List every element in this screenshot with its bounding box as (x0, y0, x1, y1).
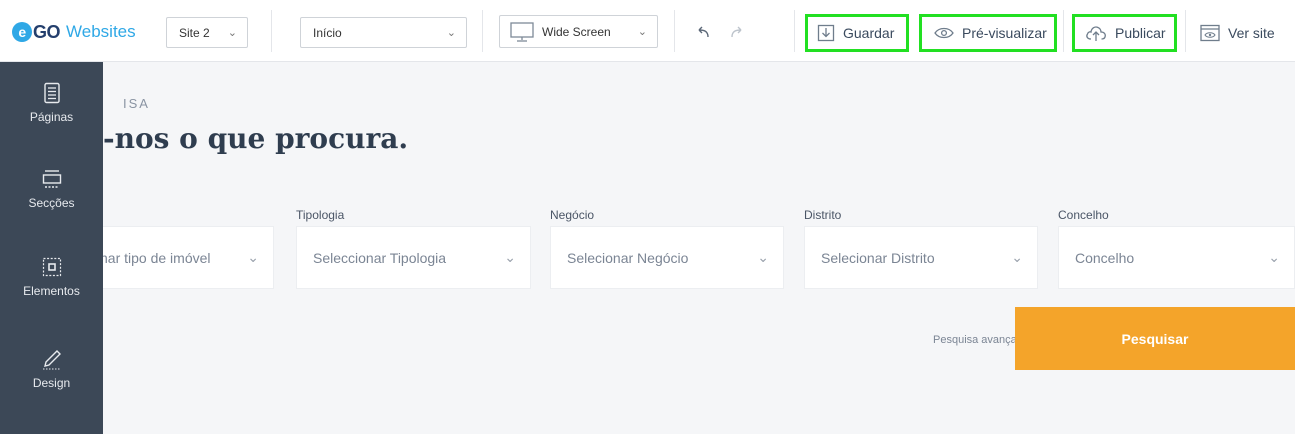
chevron-down-icon: ⌄ (1268, 249, 1280, 265)
sidebar-item-label: Elementos (23, 284, 80, 298)
divider (1063, 10, 1064, 52)
logo-mark: e GO (12, 21, 61, 43)
viewport-select-value: Wide Screen (542, 24, 611, 39)
top-toolbar: e GO Websites Site 2 ⌄ Início ⌄ Wide Scr… (0, 0, 1295, 62)
chevron-down-icon: ⌄ (446, 27, 456, 39)
typology-select[interactable]: Seleccionar Tipologia ⌄ (296, 226, 531, 289)
divider (1185, 10, 1186, 52)
typology-placeholder: Seleccionar Tipologia (313, 249, 447, 266)
save-button[interactable]: Guardar (805, 14, 909, 52)
elements-icon (41, 256, 63, 278)
sidebar-item-label: Design (32, 376, 71, 390)
preview-button[interactable]: Pré-visualizar (919, 14, 1057, 52)
publish-label: Publicar (1115, 25, 1166, 41)
editor-sidebar: Páginas Secções Elementos Design (0, 62, 103, 434)
preview-label: Pré-visualizar (962, 25, 1047, 41)
sidebar-item-elements[interactable]: Elementos (0, 256, 103, 298)
sidebar-item-design[interactable]: Design (0, 348, 103, 390)
site-select[interactable]: Site 2 ⌄ (166, 17, 248, 48)
pages-icon (41, 82, 63, 104)
site-select-value: Site 2 (179, 25, 210, 40)
typology-label: Tipologia (296, 208, 345, 222)
monitor-icon (510, 21, 534, 42)
download-icon (817, 24, 835, 42)
editor-app: e GO Websites Site 2 ⌄ Início ⌄ Wide Scr… (0, 0, 1295, 434)
property-type-placeholder: nar tipo de imóvel (103, 249, 211, 266)
app-logo[interactable]: e GO Websites (12, 18, 136, 46)
viewport-select[interactable]: Wide Screen ⌄ (499, 15, 658, 48)
chevron-down-icon: ⌄ (504, 249, 516, 265)
eye-icon (934, 26, 954, 40)
undo-icon (694, 25, 712, 41)
sections-icon (41, 168, 63, 190)
divider (794, 10, 795, 52)
redo-icon (728, 25, 746, 41)
sidebar-item-pages[interactable]: Páginas (0, 82, 103, 124)
page-select[interactable]: Início ⌄ (300, 17, 467, 48)
municipality-label: Concelho (1058, 208, 1109, 222)
district-label: Distrito (804, 208, 842, 222)
search-headline: -nos o que procura. (103, 122, 409, 155)
divider (674, 10, 675, 52)
sidebar-item-sections[interactable]: Secções (0, 168, 103, 210)
chevron-down-icon: ⌄ (247, 249, 259, 265)
page-canvas: ISA -nos o que procura. nar tipo de imóv… (103, 62, 1295, 434)
view-site-button[interactable]: Ver site (1200, 14, 1275, 52)
divider (271, 10, 272, 52)
cloud-upload-icon (1085, 24, 1107, 42)
chevron-down-icon: ⌄ (227, 27, 237, 39)
chevron-down-icon: ⌄ (757, 249, 769, 265)
browser-eye-icon (1200, 24, 1220, 42)
district-select[interactable]: Selecionar Distrito ⌄ (804, 226, 1038, 289)
sidebar-item-label: Páginas (29, 110, 74, 124)
chevron-down-icon: ⌄ (637, 26, 647, 38)
redo-button[interactable] (728, 14, 754, 52)
business-select[interactable]: Selecionar Negócio ⌄ (550, 226, 784, 289)
logo-e-icon: e (12, 22, 32, 42)
save-label: Guardar (843, 25, 895, 41)
section-kicker: ISA (123, 96, 150, 111)
sidebar-item-label: Secções (28, 196, 75, 210)
search-button[interactable]: Pesquisar (1015, 307, 1295, 370)
logo-mark-text: GO (33, 21, 61, 42)
undo-button[interactable] (694, 14, 720, 52)
chevron-down-icon: ⌄ (1011, 249, 1023, 265)
publish-button[interactable]: Publicar (1072, 14, 1177, 52)
business-placeholder: Selecionar Negócio (567, 249, 689, 266)
district-placeholder: Selecionar Distrito (821, 249, 935, 266)
divider (482, 10, 483, 52)
pencil-icon (41, 348, 63, 370)
view-site-label: Ver site (1228, 25, 1275, 41)
municipality-placeholder: Concelho (1075, 249, 1135, 266)
business-label: Negócio (550, 208, 595, 222)
property-type-select[interactable]: nar tipo de imóvel ⌄ (103, 226, 274, 289)
page-select-value: Início (313, 25, 342, 40)
logo-text: Websites (66, 22, 136, 41)
municipality-select[interactable]: Concelho ⌄ (1058, 226, 1295, 289)
